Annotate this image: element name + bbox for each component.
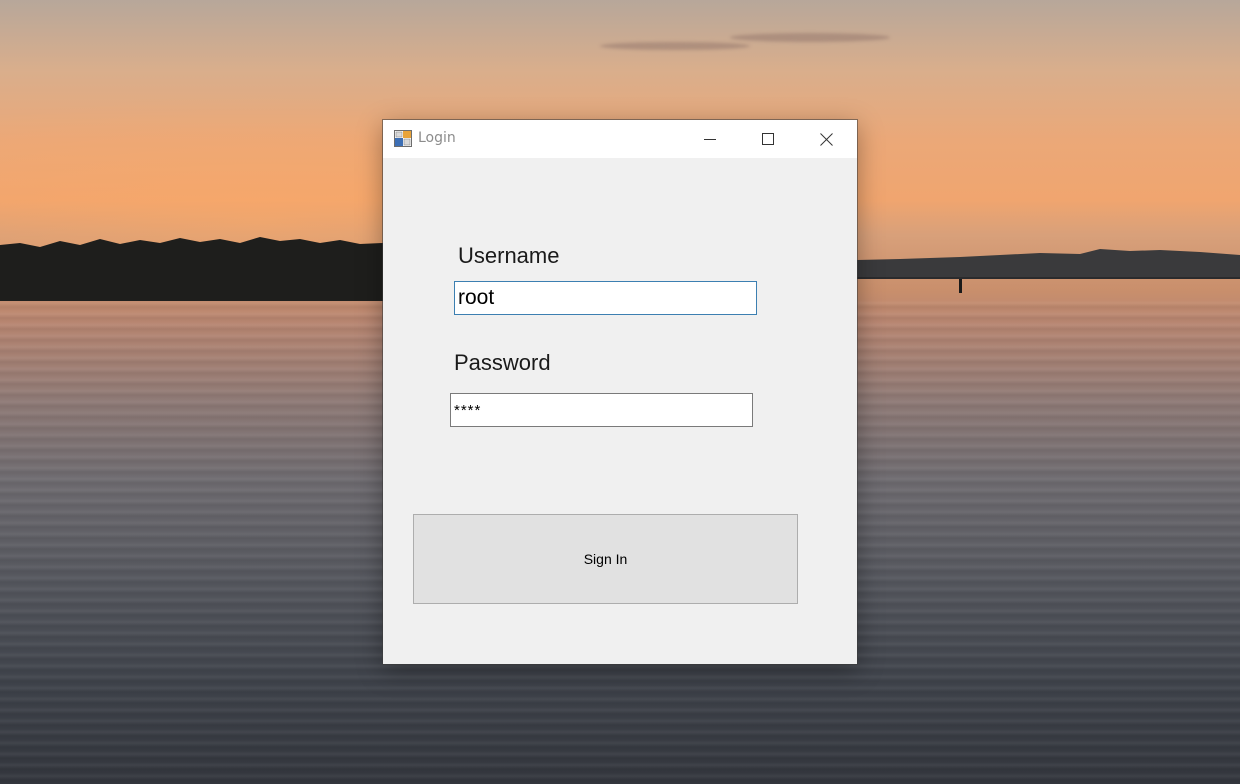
maximize-button[interactable]: [739, 120, 797, 158]
sign-in-button[interactable]: Sign In: [413, 514, 798, 604]
minimize-icon: [704, 139, 716, 140]
app-form-icon: [394, 130, 412, 147]
login-window: Login Username Password Sign: [383, 120, 857, 664]
cloud: [600, 42, 750, 50]
title-bar[interactable]: Login: [383, 120, 857, 158]
minimize-button[interactable]: [681, 120, 739, 158]
close-icon: [819, 132, 833, 146]
maximize-icon: [762, 133, 774, 145]
username-label: Username: [458, 243, 560, 268]
close-button[interactable]: [797, 120, 855, 158]
password-input[interactable]: [450, 393, 753, 427]
password-label: Password: [454, 350, 551, 375]
desktop-wallpaper: Login Username Password Sign: [0, 0, 1240, 784]
window-title: Login: [418, 130, 456, 146]
username-input[interactable]: [454, 281, 757, 315]
cloud: [730, 33, 890, 42]
water-skier: [959, 279, 962, 293]
